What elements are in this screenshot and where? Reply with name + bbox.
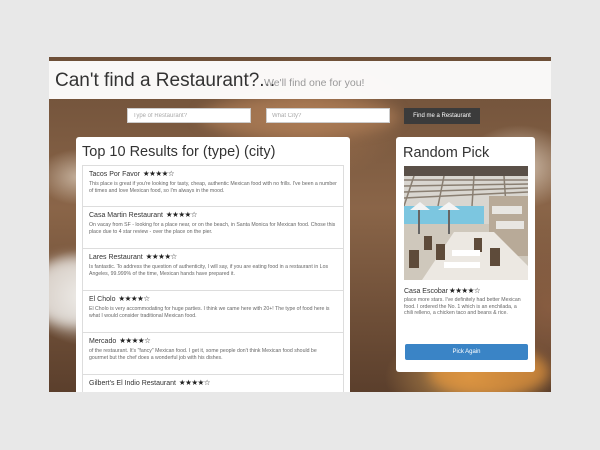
- pick-again-button[interactable]: Pick Again: [405, 344, 528, 360]
- list-item[interactable]: Mercado ★★★★☆ of the restaurant. It's "f…: [82, 333, 344, 375]
- star-rating: ★★★★☆: [142, 169, 175, 178]
- random-pick-title: Random Pick: [403, 145, 490, 161]
- list-item[interactable]: Gilbert's El Indio Restaurant ★★★★☆: [82, 375, 344, 392]
- restaurant-name[interactable]: Tacos Por Favor: [89, 171, 140, 178]
- restaurant-description: of the restaurant. It's "fancy" Mexican …: [89, 348, 317, 361]
- star-rating: ★★★★☆: [119, 336, 151, 345]
- restaurant-type-input[interactable]: [127, 108, 251, 123]
- random-pick-name[interactable]: Casa Escobar: [404, 288, 448, 295]
- city-input[interactable]: [266, 108, 390, 123]
- header-bar: Can't find a Restaurant?... We'll find o…: [49, 61, 551, 99]
- results-panel: Top 10 Results for (type) (city) Tacos P…: [76, 137, 350, 392]
- results-title: Top 10 Results for (type) (city): [82, 144, 276, 160]
- star-rating: ★★★★☆: [165, 210, 198, 219]
- star-rating: ★★★★☆: [118, 294, 150, 303]
- random-pick-description: place more stars. I've definitely had be…: [404, 297, 521, 317]
- restaurant-name[interactable]: El Cholo: [89, 296, 115, 303]
- restaurant-photo: [404, 166, 528, 280]
- restaurant-name[interactable]: Lares Restaurant: [89, 254, 143, 261]
- restaurant-name[interactable]: Casa Martin Restaurant: [89, 212, 163, 219]
- star-rating: ★★★★☆: [145, 252, 178, 261]
- star-rating: ★★★★☆: [448, 286, 481, 295]
- star-rating: ★★★★☆: [178, 378, 211, 387]
- random-pick-panel: Random Pick Casa Escobar★★★★☆ place more…: [396, 137, 535, 372]
- list-item[interactable]: Tacos Por Favor ★★★★☆ This place is grea…: [82, 165, 344, 207]
- restaurant-description: This place is great if you're looking fo…: [89, 181, 337, 194]
- find-restaurant-button[interactable]: Find me a Restaurant: [404, 108, 480, 124]
- list-item[interactable]: Lares Restaurant ★★★★☆ Is fantastic. To …: [82, 249, 344, 291]
- page-subtitle: We'll find one for you!: [264, 77, 365, 89]
- page-title: Can't find a Restaurant?...: [55, 70, 276, 91]
- restaurant-photo-image: [404, 166, 528, 280]
- app-frame: Can't find a Restaurant?... We'll find o…: [49, 57, 551, 392]
- list-item[interactable]: El Cholo ★★★★☆ El Cholo is very accommod…: [82, 291, 344, 333]
- results-list: Tacos Por Favor ★★★★☆ This place is grea…: [82, 165, 344, 392]
- list-item[interactable]: Casa Martin Restaurant ★★★★☆ On vacay fr…: [82, 207, 344, 249]
- restaurant-description: Is fantastic. To address the question of…: [89, 264, 329, 277]
- restaurant-name[interactable]: Mercado: [89, 338, 116, 345]
- restaurant-description: On vacay from SF - looking for a place n…: [89, 222, 336, 235]
- restaurant-name[interactable]: Gilbert's El Indio Restaurant: [89, 380, 176, 387]
- restaurant-description: El Cholo is very accommodating for huge …: [89, 306, 330, 319]
